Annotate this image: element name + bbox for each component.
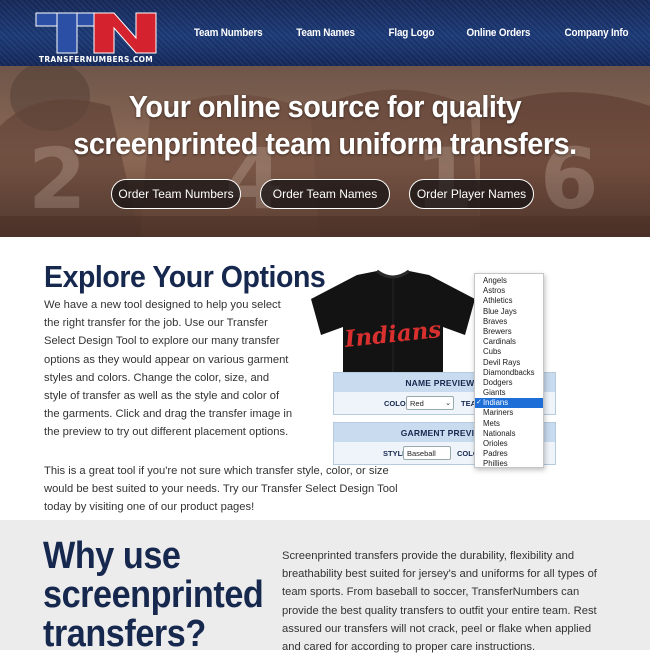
hero-title-line2: screenprinted team uniform transfers. <box>73 126 577 161</box>
chevron-down-icon: ⌄ <box>445 400 451 407</box>
hero-title: Your online source for quality screenpri… <box>0 88 650 162</box>
style-select[interactable]: Baseball Jer <box>403 446 451 460</box>
site-logo[interactable]: TRANSFERNUMBERS.COM <box>32 10 160 64</box>
team-option[interactable]: Brewers <box>475 327 543 337</box>
team-option[interactable]: Giants <box>475 388 543 398</box>
nav-flag-logo[interactable]: Flag Logo <box>388 27 434 39</box>
explore-paragraph-1: We have a new tool designed to help you … <box>44 299 293 439</box>
logo-wordmark: TRANSFERNUMBERS.COM <box>38 55 154 64</box>
main-nav: Team Numbers Team Names Flag Logo Online… <box>163 0 632 66</box>
team-option[interactable]: Diamondbacks <box>475 368 543 378</box>
team-option[interactable]: Mets <box>475 419 543 429</box>
hero-banner: 2 4 1 6 Your online source for quality s… <box>0 66 650 237</box>
why-paragraph: Screenprinted transfers provide the dura… <box>282 550 597 654</box>
why-heading-line: Why use <box>43 535 181 577</box>
team-option[interactable]: Dodgers <box>475 378 543 388</box>
why-heading-line: screenprinted <box>43 574 264 616</box>
style-select-value: Baseball Jer <box>407 449 436 458</box>
team-option[interactable]: Devil Rays <box>475 358 543 368</box>
explore-paragraph-2: This is a great tool if you're not sure … <box>44 465 398 514</box>
team-option[interactable]: Padres <box>475 449 543 459</box>
team-option[interactable]: Braves <box>475 317 543 327</box>
nav-online-orders[interactable]: Online Orders <box>467 27 531 39</box>
explore-heading: Explore Your Options <box>44 259 326 294</box>
order-player-names-button[interactable]: Order Player Names <box>409 179 534 209</box>
explore-section: Explore Your Options We have a new tool … <box>0 237 650 520</box>
why-heading-line: transfers? <box>43 613 206 655</box>
team-option-selected[interactable]: Indians <box>475 398 543 409</box>
order-team-names-button[interactable]: Order Team Names <box>260 179 390 209</box>
team-option[interactable]: Cubs <box>475 347 543 357</box>
logo-letters-graphic <box>35 12 157 54</box>
team-option[interactable]: Mariners <box>475 408 543 418</box>
color-select[interactable]: Red ⌄ <box>406 396 454 410</box>
color-select-value: Red <box>410 399 424 408</box>
team-option[interactable]: Angels <box>475 276 543 286</box>
nav-company-info[interactable]: Company Info <box>565 27 629 39</box>
site-header: TRANSFERNUMBERS.COM Team Numbers Team Na… <box>0 0 650 66</box>
team-option[interactable]: Athletics <box>475 296 543 306</box>
hero-title-line1: Your online source for quality <box>128 89 522 124</box>
team-option[interactable]: Astros <box>475 286 543 296</box>
team-option[interactable]: Nationals <box>475 429 543 439</box>
team-option[interactable]: Phillies <box>475 459 543 469</box>
order-team-numbers-button[interactable]: Order Team Numbers <box>111 179 241 209</box>
team-option[interactable]: Cardinals <box>475 337 543 347</box>
team-dropdown-list[interactable]: Angels Astros Athletics Blue Jays Braves… <box>474 273 544 468</box>
why-section: Why use screenprinted transfers? Screenp… <box>0 520 650 654</box>
nav-team-names[interactable]: Team Names <box>297 27 356 39</box>
why-heading: Why use screenprinted transfers? <box>43 535 264 655</box>
team-option[interactable]: Blue Jays <box>475 307 543 317</box>
team-option[interactable]: Orioles <box>475 439 543 449</box>
nav-team-numbers[interactable]: Team Numbers <box>194 27 263 39</box>
